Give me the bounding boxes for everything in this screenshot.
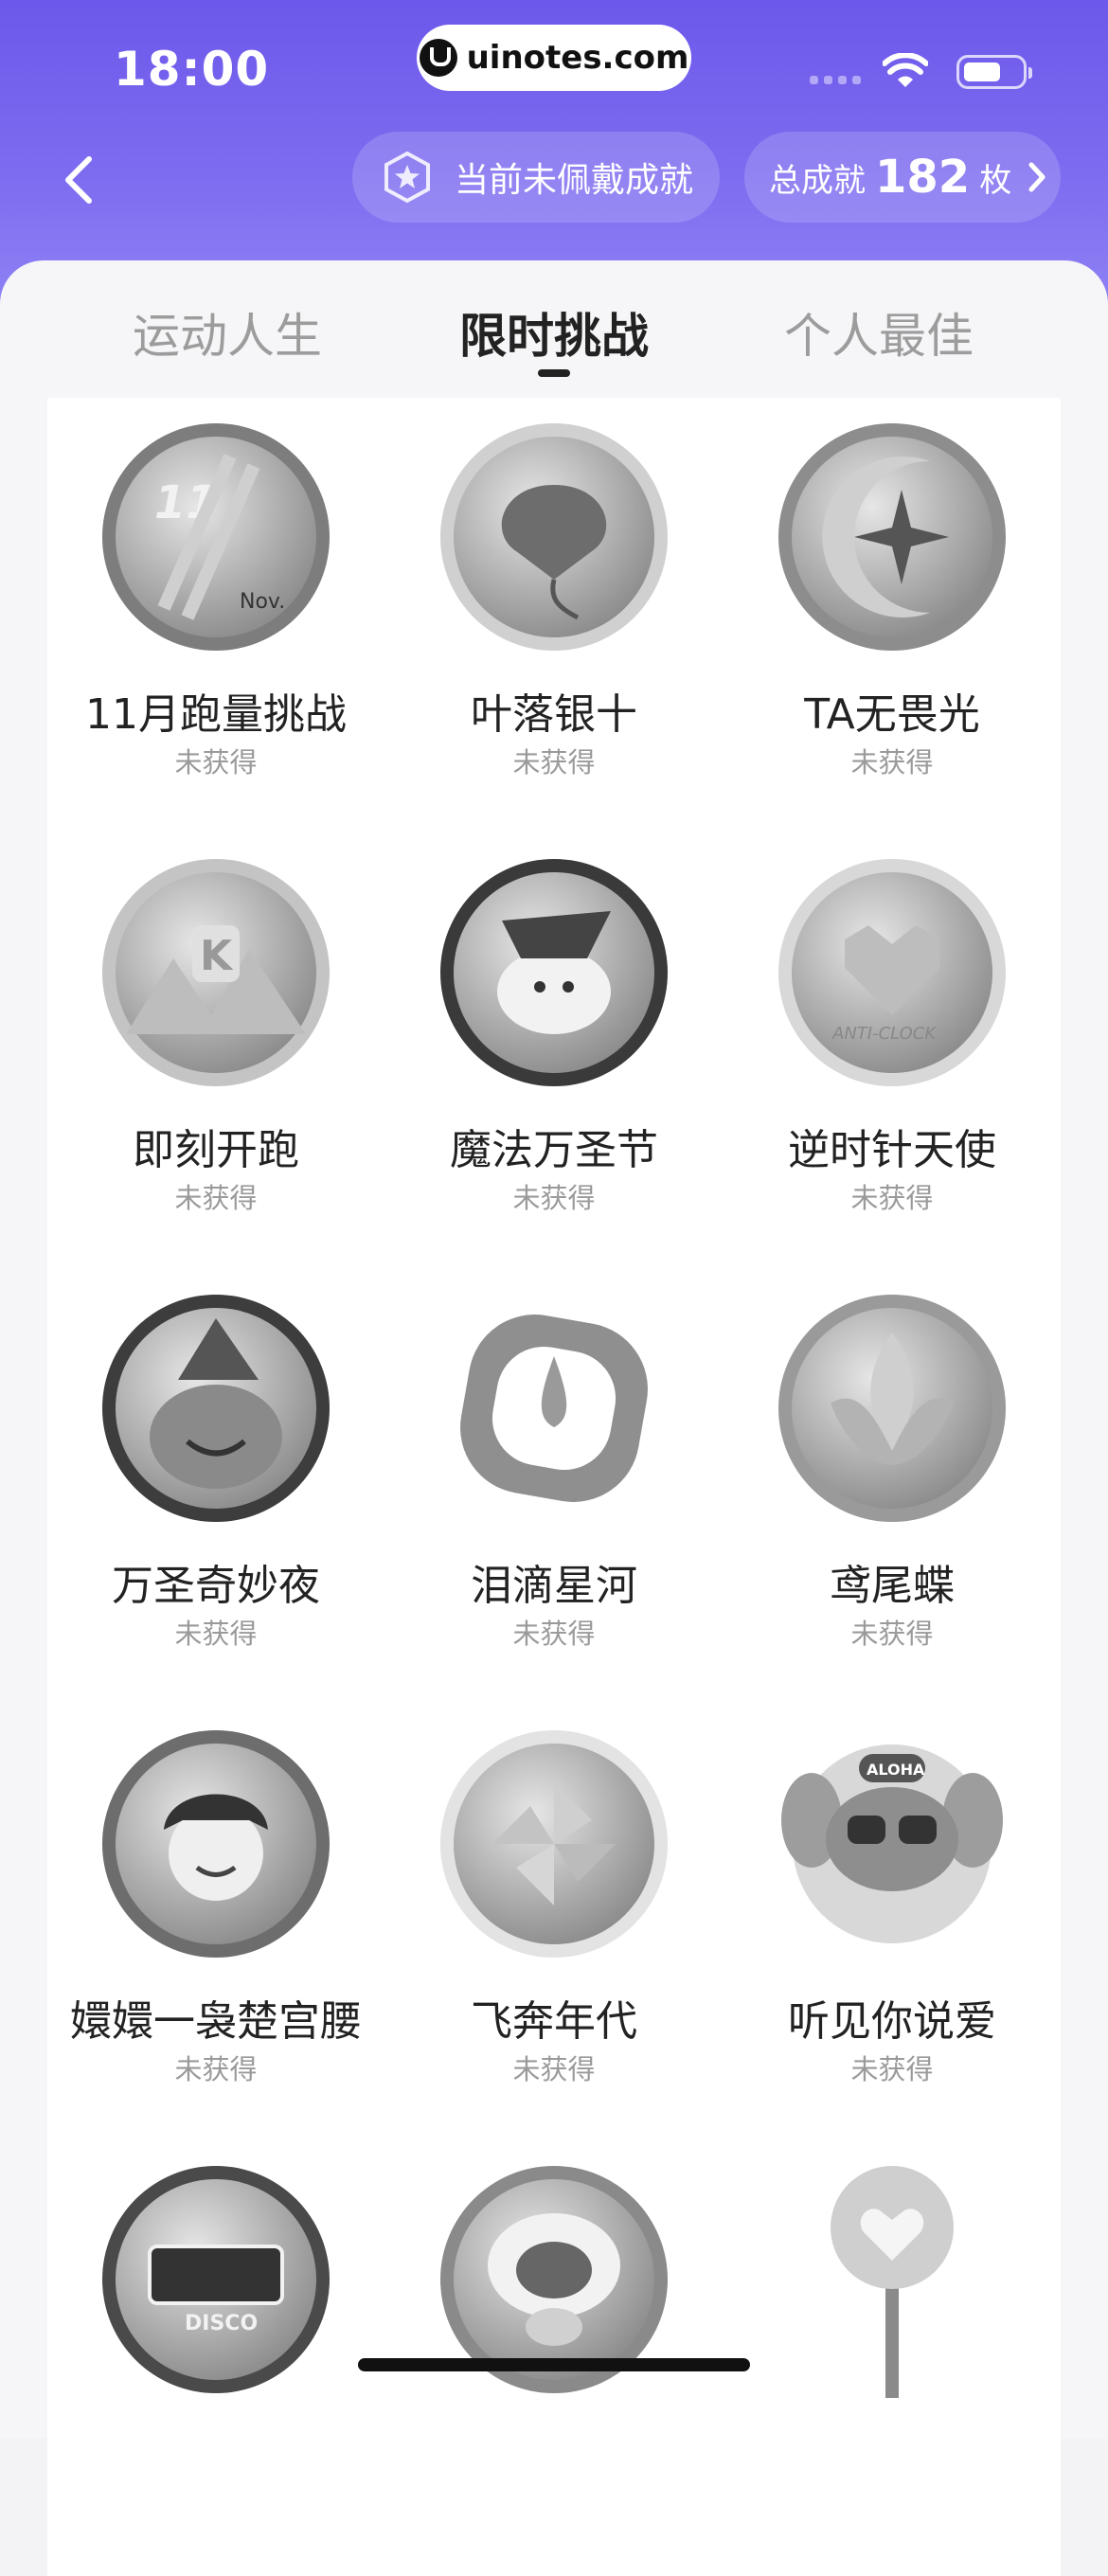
achievement-name: 泪滴星河 bbox=[471, 1562, 637, 1610]
achievement-status: 未获得 bbox=[512, 2053, 596, 2085]
achievement-item[interactable]: 魔法万圣节 未获得 bbox=[385, 833, 723, 1269]
cellular-signal-icon bbox=[810, 76, 861, 84]
svg-text:K: K bbox=[200, 932, 234, 980]
heart-lamp-medal-icon bbox=[774, 2161, 1010, 2398]
battery-icon bbox=[956, 55, 1032, 89]
achievement-name: TA无畏光 bbox=[804, 690, 980, 739]
pixel-heart-medal-icon: ANTI-CLOCK bbox=[774, 854, 1010, 1091]
achievement-status: 未获得 bbox=[512, 746, 596, 778]
achievement-item[interactable]: DISCO bbox=[47, 2140, 384, 2576]
achievement-status: 未获得 bbox=[174, 1182, 258, 1214]
achievement-status: 未获得 bbox=[850, 1618, 934, 1650]
achievement-status: 未获得 bbox=[174, 2053, 258, 2085]
achievement-name: 魔法万圣节 bbox=[450, 1126, 658, 1174]
palace-girl-medal-icon bbox=[98, 1726, 334, 1962]
achievement-status: 未获得 bbox=[850, 1182, 934, 1214]
achievement-item[interactable]: ALOHA 听见你说爱未获得 bbox=[724, 1705, 1061, 2140]
november-run-medal-icon: 11 Nov. bbox=[98, 419, 334, 655]
achievement-name: 叶落银十 bbox=[471, 690, 637, 739]
achievement-status: 未获得 bbox=[174, 1618, 258, 1650]
tab-personal-best[interactable]: 个人最佳 bbox=[737, 298, 1021, 367]
teardrop-medal-icon bbox=[436, 1290, 672, 1527]
achievement-item[interactable]: 鸢尾蝶 未获得 bbox=[724, 1269, 1061, 1705]
achievement-name: 嬛嬛一袅楚宫腰 bbox=[70, 1997, 362, 2046]
achievement-item[interactable]: 11 Nov. 11月跑量挑战未获得 bbox=[47, 398, 384, 833]
total-label: 总成就 bbox=[769, 161, 866, 200]
achievement-name: 11月跑量挑战 bbox=[85, 690, 347, 739]
current-badge-text: 当前未佩戴成就 bbox=[455, 161, 694, 200]
achievement-item[interactable]: K 即刻开跑未获得 bbox=[47, 833, 384, 1269]
wifi-icon bbox=[883, 53, 928, 87]
achievement-status: 未获得 bbox=[512, 1182, 596, 1214]
total-achievements-pill[interactable]: 总成就 182 枚 bbox=[744, 132, 1061, 223]
svg-text:ANTI-CLOCK: ANTI-CLOCK bbox=[831, 1024, 937, 1044]
tab-bar: 运动人生 限时挑战 个人最佳 bbox=[0, 260, 1108, 398]
url-pill[interactable]: uinotes.com bbox=[417, 25, 691, 91]
tab-active-indicator bbox=[538, 369, 570, 377]
back-button[interactable] bbox=[55, 152, 102, 208]
achievement-status: 未获得 bbox=[512, 1618, 596, 1650]
status-time: 18:00 bbox=[114, 42, 270, 97]
achievement-item[interactable]: 泪滴星河 未获得 bbox=[385, 1269, 723, 1705]
achievement-name: 飞奔年代 bbox=[471, 1997, 637, 2046]
mountain-k-medal-icon: K bbox=[98, 854, 334, 1091]
magic-halloween-medal-icon bbox=[436, 854, 672, 1091]
achievement-item[interactable]: 叶落银十 未获得 bbox=[385, 398, 723, 833]
total-count: 182 bbox=[875, 151, 971, 204]
achievement-item[interactable]: TA无畏光未获得 bbox=[724, 398, 1061, 833]
achievement-status: 未获得 bbox=[850, 2053, 934, 2085]
disco-medal-icon: DISCO bbox=[98, 2161, 334, 2398]
achievement-item[interactable] bbox=[724, 2140, 1061, 2576]
achievement-card: 11 Nov. 11月跑量挑战 未获得 叶落银十 未获得 TA无畏光 未获得 K… bbox=[47, 398, 1061, 2576]
achievement-status: 未获得 bbox=[850, 746, 934, 778]
url-text: uinotes.com bbox=[466, 39, 689, 77]
achievement-name: 鸢尾蝶 bbox=[830, 1562, 955, 1610]
content-sheet: 运动人生 限时挑战 个人最佳 11 Nov. 11月跑量挑战未获得 叶落银十未获得 bbox=[0, 260, 1108, 2576]
achievement-name: 逆时针天使 bbox=[788, 1126, 996, 1174]
pumpkin-night-medal-icon bbox=[98, 1290, 334, 1527]
svg-text:ALOHA: ALOHA bbox=[867, 1761, 925, 1779]
chevron-right-icon bbox=[1028, 162, 1045, 192]
moon-star-medal-icon bbox=[774, 419, 1010, 655]
badge-star-icon bbox=[384, 151, 430, 204]
pinwheel-medal-icon bbox=[436, 1726, 672, 1962]
site-logo-icon bbox=[419, 39, 457, 77]
achievement-name: 万圣奇妙夜 bbox=[112, 1562, 320, 1610]
current-badge-pill[interactable]: 当前未佩戴成就 bbox=[352, 132, 720, 223]
tab-sports-life[interactable]: 运动人生 bbox=[85, 298, 369, 367]
stitch-medal-icon: ALOHA bbox=[774, 1726, 1010, 1962]
achievement-name: 听见你说爱 bbox=[788, 1997, 996, 2046]
achievement-status: 未获得 bbox=[174, 746, 258, 778]
achievement-item[interactable]: 嬛嬛一袅楚宫腰未获得 bbox=[47, 1705, 384, 2140]
iris-flower-medal-icon bbox=[774, 1290, 1010, 1527]
achievement-item[interactable]: ANTI-CLOCK 逆时针天使未获得 bbox=[724, 833, 1061, 1269]
ginkgo-leaf-medal-icon bbox=[436, 419, 672, 655]
tab-limited-challenge[interactable]: 限时挑战 bbox=[412, 298, 696, 367]
achievement-name: 即刻开跑 bbox=[133, 1126, 299, 1174]
achievement-item[interactable]: 万圣奇妙夜 未获得 bbox=[47, 1269, 384, 1705]
total-unit: 枚 bbox=[979, 161, 1012, 200]
svg-text:DISCO: DISCO bbox=[185, 2312, 258, 2335]
home-indicator bbox=[358, 2358, 750, 2371]
achievement-item[interactable]: 飞奔年代 未获得 bbox=[385, 1705, 723, 2140]
svg-text:Nov.: Nov. bbox=[240, 590, 285, 614]
